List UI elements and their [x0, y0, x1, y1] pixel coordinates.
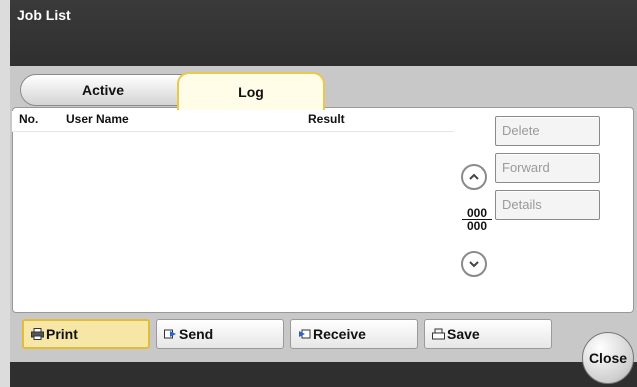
save-button[interactable]: Save	[424, 319, 552, 349]
print-button-label: Print	[46, 326, 78, 342]
receive-icon	[297, 327, 311, 341]
forward-button[interactable]: Forward	[495, 153, 600, 183]
forward-button-label: Forward	[502, 160, 550, 175]
send-button[interactable]: Send	[156, 319, 284, 349]
list-header-labels: No. User Name Result	[12, 112, 454, 130]
details-button[interactable]: Details	[495, 190, 600, 220]
column-header-result: Result	[308, 112, 345, 126]
page-counter-total: 000	[466, 219, 488, 233]
scroll-up-button[interactable]	[461, 164, 487, 190]
save-button-label: Save	[447, 326, 480, 342]
title-bar: Job List	[10, 0, 637, 66]
scroll-down-button[interactable]	[461, 251, 487, 277]
tab-active[interactable]: Active	[20, 74, 186, 106]
tab-active-label: Active	[81, 82, 125, 98]
send-button-label: Send	[179, 326, 214, 342]
delete-button[interactable]: Delete	[495, 116, 600, 146]
tab-log-label: Log	[238, 84, 264, 100]
print-icon	[30, 327, 44, 341]
save-icon	[431, 327, 445, 341]
page-counter: 000 000	[462, 207, 492, 232]
close-button[interactable]: Close	[582, 332, 634, 384]
column-header-user-name: User Name	[66, 112, 129, 126]
tab-log[interactable]: Log	[177, 72, 325, 110]
window-title: Job List	[17, 7, 71, 23]
chevron-up-icon	[469, 173, 479, 180]
send-icon	[163, 327, 177, 341]
delete-button-label: Delete	[502, 123, 540, 138]
column-header-no: No.	[19, 112, 39, 126]
close-button-label: Close	[588, 350, 628, 366]
receive-button-label: Receive	[313, 326, 366, 342]
receive-button[interactable]: Receive	[290, 319, 418, 349]
chevron-down-icon	[469, 261, 479, 268]
print-button[interactable]: Print	[22, 319, 150, 349]
details-button-label: Details	[502, 197, 542, 212]
